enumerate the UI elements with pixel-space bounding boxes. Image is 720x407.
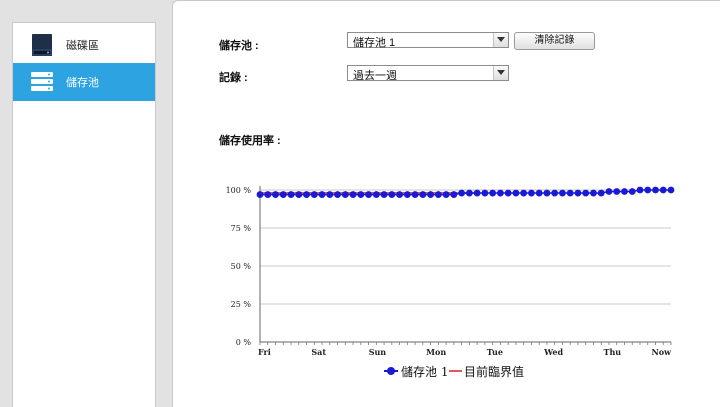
data-point (667, 186, 675, 194)
data-point (644, 186, 652, 194)
legend-series-label: 儲存池 1 (401, 365, 448, 379)
data-point (419, 191, 427, 198)
x-tick-label: Wed (543, 347, 563, 357)
data-point (450, 191, 458, 198)
data-point (349, 191, 357, 198)
data-point (411, 191, 419, 198)
x-tick-label: Mon (426, 347, 446, 357)
x-tick-label: Sat (311, 347, 326, 357)
data-point (442, 191, 450, 198)
data-point (504, 189, 512, 197)
sidebar-item-label: 磁碟區 (66, 40, 99, 52)
sidebar-item-label: 儲存池 (66, 77, 99, 89)
data-point (481, 189, 489, 197)
data-point (528, 189, 535, 197)
data-point (357, 191, 365, 198)
sidebar-item-storage-pool[interactable]: 儲存池 (13, 63, 155, 101)
y-tick-label: 75 % (231, 224, 252, 233)
legend-series-marker (387, 367, 395, 375)
record-label: 記錄 : (219, 72, 248, 84)
pool-select-value: 儲存池 1 (353, 37, 396, 49)
data-point (341, 191, 349, 198)
data-point (543, 189, 551, 197)
record-period-select[interactable]: 過去一週 (347, 65, 509, 82)
data-point (597, 189, 605, 197)
sidebar-item-disk-volume[interactable]: 磁碟區 (13, 26, 155, 64)
pool-label: 儲存池 : (219, 40, 259, 52)
data-point (574, 189, 582, 197)
data-point (427, 191, 435, 198)
data-point (318, 191, 326, 198)
disk-volume-icon (32, 34, 52, 56)
y-tick-label: 0 % (236, 338, 252, 347)
data-point (310, 191, 318, 198)
chevron-down-icon (493, 66, 508, 80)
data-point (582, 189, 590, 197)
data-point (652, 186, 659, 194)
data-point (388, 191, 396, 198)
data-point (256, 191, 264, 198)
data-point (535, 189, 543, 197)
chart-title: 儲存使用率 : (219, 135, 281, 147)
sidebar: 磁碟區 儲存池 (12, 22, 156, 407)
main-panel: 儲存池 : 儲存池 1 清除記錄 記錄 : 過去一週 儲存使用率 : 100 %… (172, 0, 720, 407)
data-point (334, 191, 341, 198)
data-point (264, 191, 272, 198)
data-point (303, 191, 310, 198)
data-point (365, 191, 372, 198)
chart-legend: 儲存池 1 目前臨界值 (384, 364, 524, 379)
y-tick-label: 100 % (226, 186, 252, 195)
data-point (272, 191, 279, 198)
data-point (434, 191, 442, 198)
data-point (326, 191, 334, 198)
data-point (566, 189, 574, 197)
record-select-value: 過去一週 (353, 70, 397, 82)
data-point (372, 191, 380, 198)
x-tick-label: Thu (603, 347, 621, 357)
data-point (489, 189, 497, 197)
usage-chart: 100 % 75 % 50 % 25 % 0 % Fri Sat Sun Mon Tue Wed T… (226, 186, 675, 379)
data-point (559, 189, 566, 197)
data-point (520, 189, 528, 197)
data-point (551, 189, 559, 197)
data-point (659, 186, 667, 194)
data-point (613, 188, 621, 195)
data-point (636, 186, 644, 194)
y-tick-label: 50 % (231, 262, 252, 271)
data-point (380, 191, 388, 198)
data-point (458, 189, 466, 197)
data-point (628, 188, 636, 195)
data-point (605, 188, 613, 195)
data-point (287, 191, 295, 198)
data-point (403, 191, 411, 198)
data-point (621, 188, 628, 195)
chevron-down-icon (493, 33, 508, 47)
x-tick-label: Sun (369, 347, 387, 357)
data-point (396, 191, 403, 198)
data-point (496, 189, 504, 197)
data-point (465, 189, 473, 197)
data-point (279, 191, 287, 198)
x-tick-label: Tue (487, 347, 503, 357)
x-tick-label: Fri (258, 347, 271, 357)
pool-select[interactable]: 儲存池 1 (347, 32, 509, 49)
x-tick-label: Now (651, 347, 672, 357)
data-point (590, 189, 597, 197)
data-point (473, 189, 481, 197)
y-tick-label: 25 % (231, 300, 252, 309)
storage-pool-icon (31, 72, 53, 91)
data-point (295, 191, 303, 198)
clear-records-button[interactable]: 清除記錄 (514, 32, 595, 50)
data-point (512, 189, 520, 197)
legend-threshold-label: 目前臨界值 (464, 364, 524, 379)
